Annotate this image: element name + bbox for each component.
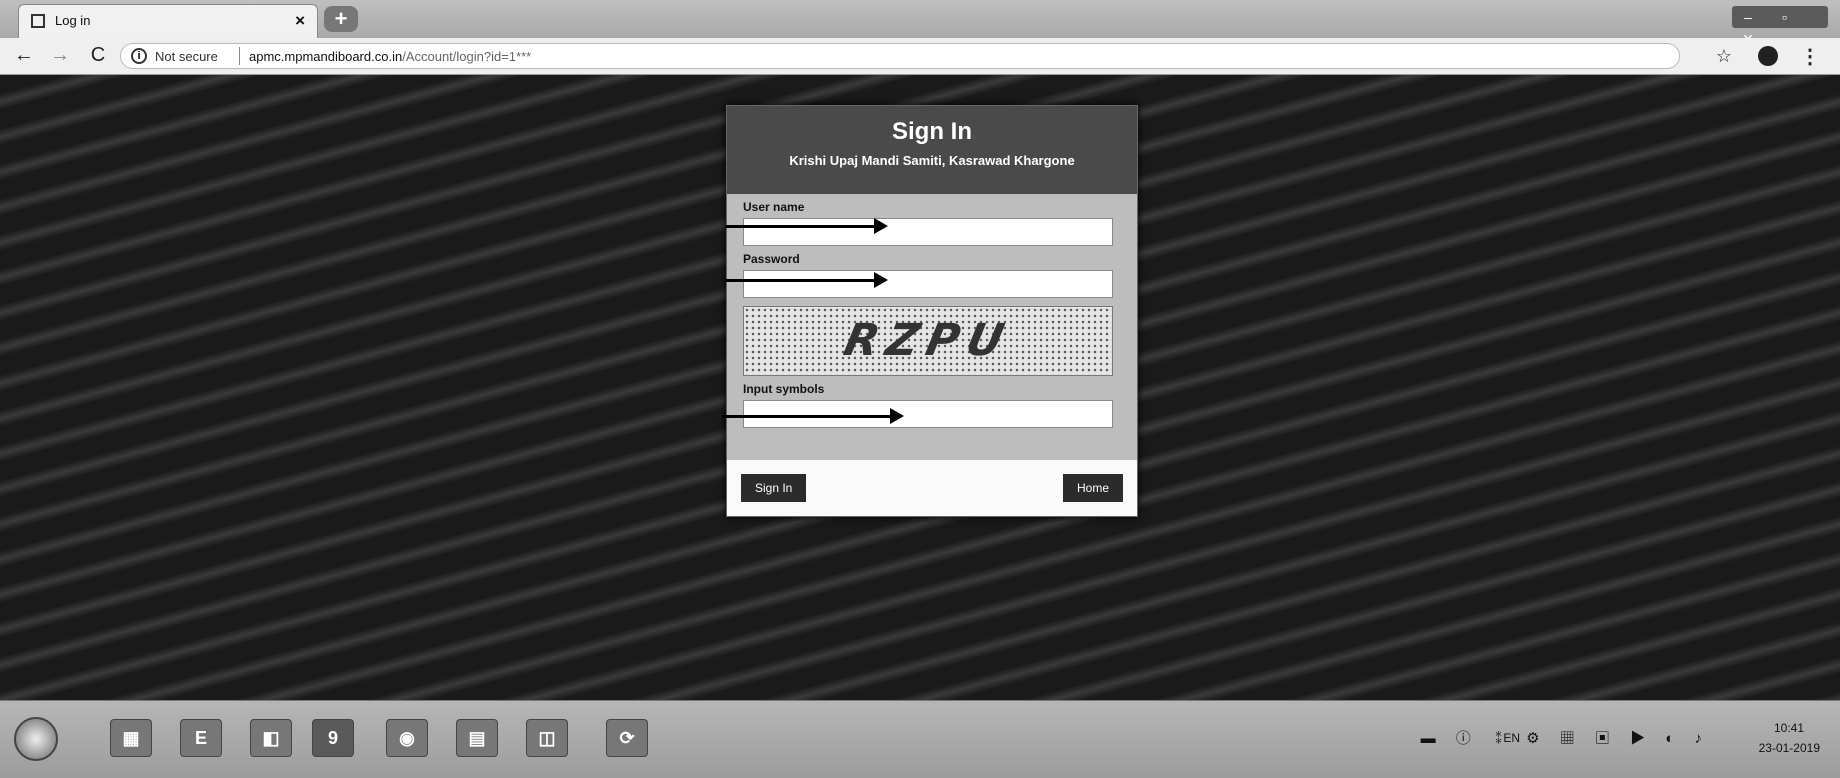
- page-favicon-icon: [31, 14, 45, 28]
- clock-time[interactable]: 10:41: [1774, 721, 1804, 735]
- annotation-arrow-password: [726, 272, 888, 288]
- forward-arrow-icon[interactable]: →: [48, 44, 72, 67]
- tab-title: Log in: [55, 13, 91, 28]
- browser-toolbar: ← → C i Not secure apmc.mpmandiboard.co.…: [0, 38, 1840, 75]
- username-label: User name: [743, 200, 805, 214]
- info-icon[interactable]: i: [131, 48, 147, 64]
- signin-footer: Sign In Home: [727, 460, 1137, 516]
- star-icon[interactable]: ☆: [1716, 46, 1732, 67]
- password-label: Password: [743, 252, 800, 266]
- input-symbols-field[interactable]: [743, 400, 1113, 428]
- menu-icon[interactable]: ⋮: [1800, 44, 1820, 69]
- maximize-button[interactable]: ▫: [1768, 6, 1800, 28]
- browser-tab[interactable]: Log in ×: [18, 4, 318, 38]
- taskbar: ▦ E ◧ 9 ◉ ▤ ◫ ⟳ EN ▬ ⓘ ⁑ ⚙ ▦ ▣ ▶ ◐ ♪ 10:…: [0, 700, 1840, 778]
- signin-button[interactable]: Sign In: [741, 474, 807, 502]
- url-text[interactable]: apmc.mpmandiboard.co.in/Account/login?id…: [249, 49, 531, 64]
- taskbar-app-internet-explorer-icon[interactable]: E: [180, 719, 222, 757]
- password-input[interactable]: [743, 270, 1113, 298]
- reload-icon[interactable]: C: [86, 44, 110, 67]
- signin-title: Sign In: [892, 118, 972, 145]
- screenshot: Log in × + – ▫ ✕ ← → C i Not secure apmc…: [0, 0, 1840, 778]
- taskbar-app-sync-icon[interactable]: ⟳: [606, 719, 648, 757]
- address-bar[interactable]: i Not secure apmc.mpmandiboard.co.in/Acc…: [120, 43, 1680, 69]
- new-tab-button[interactable]: +: [324, 6, 358, 32]
- window-controls: – ▫ ✕: [1732, 6, 1828, 47]
- taskbar-app-window-icon[interactable]: ◧: [250, 719, 292, 757]
- taskbar-app-file-explorer-icon[interactable]: ▦: [110, 719, 152, 757]
- captcha-text: RZPU: [839, 315, 1017, 366]
- url-path: /Account/login?id=1***: [402, 49, 532, 64]
- address-divider: [239, 47, 240, 65]
- profile-icon[interactable]: [1758, 46, 1778, 66]
- signin-card: Sign In Krishi Upaj Mandi Samiti, Kasraw…: [726, 105, 1138, 517]
- clock-date[interactable]: 23-01-2019: [1759, 741, 1820, 755]
- taskbar-app-browser-icon[interactable]: ◉: [386, 719, 428, 757]
- taskbar-app-spreadsheet-icon[interactable]: ▤: [456, 719, 498, 757]
- security-label[interactable]: Not secure: [155, 49, 218, 64]
- captcha-image: RZPU: [743, 306, 1113, 376]
- page-background: Sign In Krishi Upaj Mandi Samiti, Kasraw…: [0, 75, 1840, 700]
- annotation-arrow-symbols: [722, 408, 904, 424]
- back-arrow-icon[interactable]: ←: [12, 44, 36, 67]
- home-button[interactable]: Home: [1062, 474, 1123, 502]
- windows-start-icon[interactable]: [14, 717, 58, 761]
- browser-tab-bar: Log in × + – ▫ ✕: [0, 0, 1840, 47]
- annotation-arrow-username: [726, 218, 888, 234]
- system-tray-icons[interactable]: ▬ ⓘ ⁑ ⚙ ▦ ▣ ▶ ◐ ♪: [1421, 727, 1710, 748]
- signin-header: Sign In Krishi Upaj Mandi Samiti, Kasraw…: [727, 106, 1137, 194]
- minimize-button[interactable]: –: [1732, 6, 1764, 28]
- signin-subtitle: Krishi Upaj Mandi Samiti, Kasrawad Kharg…: [789, 153, 1075, 168]
- url-domain: apmc.mpmandiboard.co.in: [249, 49, 403, 64]
- taskbar-app-presentation-icon[interactable]: ◫: [526, 719, 568, 757]
- tab-close-icon[interactable]: ×: [295, 11, 305, 31]
- input-symbols-label: Input symbols: [743, 382, 825, 396]
- username-input[interactable]: [743, 218, 1113, 246]
- taskbar-app-chrome-icon[interactable]: 9: [312, 719, 354, 757]
